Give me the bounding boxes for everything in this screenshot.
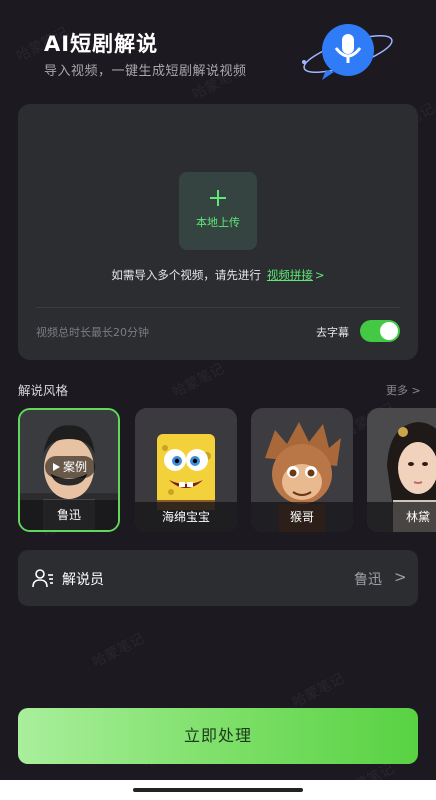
toggle-knob <box>380 322 398 340</box>
video-merge-link[interactable]: 视频拼接 <box>267 268 313 282</box>
style-card-spongebob[interactable]: 海绵宝宝 <box>135 408 237 532</box>
header: AI短剧解说 导入视频，一键生成短剧解说视频 <box>0 0 436 100</box>
remove-subtitle-toggle[interactable] <box>360 320 400 342</box>
style-name: 鲁迅 <box>20 500 118 530</box>
chevron-right-icon: > <box>394 568 407 586</box>
narrator-value: 鲁迅 <box>354 572 382 588</box>
home-indicator[interactable] <box>133 788 303 792</box>
local-upload-label: 本地上传 <box>196 216 240 229</box>
more-styles-link[interactable]: 更多 > <box>386 382 421 398</box>
home-indicator-area <box>0 780 436 800</box>
style-card-monkey[interactable]: 猴哥 <box>251 408 353 532</box>
case-badge-label: 案例 <box>62 460 87 474</box>
process-now-button[interactable]: 立即处理 <box>18 708 418 764</box>
section-title-style: 解说风格 <box>18 383 69 398</box>
style-name: 林黛 <box>367 502 436 532</box>
duration-note: 视频总时长最长20分钟 <box>36 326 149 339</box>
watermark: 哈蒙笔记 <box>169 360 227 402</box>
play-icon <box>52 463 60 471</box>
page-subtitle: 导入视频，一键生成短剧解说视频 <box>44 64 247 79</box>
style-name: 猴哥 <box>251 502 353 532</box>
style-card-luxun[interactable]: 案例 鲁迅 <box>18 408 120 532</box>
case-badge: 案例 <box>45 456 95 478</box>
style-card-lindai[interactable]: 林黛 <box>367 408 436 532</box>
user-list-icon <box>32 569 53 588</box>
divider <box>36 307 400 308</box>
style-name: 海绵宝宝 <box>135 502 237 532</box>
watermark: 哈蒙笔记 <box>89 630 147 672</box>
plus-icon <box>210 190 226 206</box>
narrator-row[interactable]: 解说员 鲁迅 > <box>18 550 418 606</box>
hint-text: 如需导入多个视频，请先进行 <box>111 268 261 282</box>
narrator-label: 解说员 <box>62 572 104 588</box>
multi-video-hint: 如需导入多个视频，请先进行 视频拼接 > <box>18 267 418 283</box>
chevron-right-icon: > <box>314 268 325 282</box>
page-title: AI短剧解说 <box>44 32 159 56</box>
watermark: 哈蒙笔记 <box>289 670 347 712</box>
microphone-mascot-icon <box>302 24 393 80</box>
remove-subtitle-label: 去字幕 <box>316 326 349 339</box>
local-upload-button[interactable]: 本地上传 <box>179 172 257 250</box>
upload-card: 本地上传 如需导入多个视频，请先进行 视频拼接 > 视频总时长最长20分钟 去字幕 <box>18 104 418 360</box>
styles-carousel: 案例 鲁迅 海绵宝宝 猴哥 林黛 <box>18 408 436 532</box>
